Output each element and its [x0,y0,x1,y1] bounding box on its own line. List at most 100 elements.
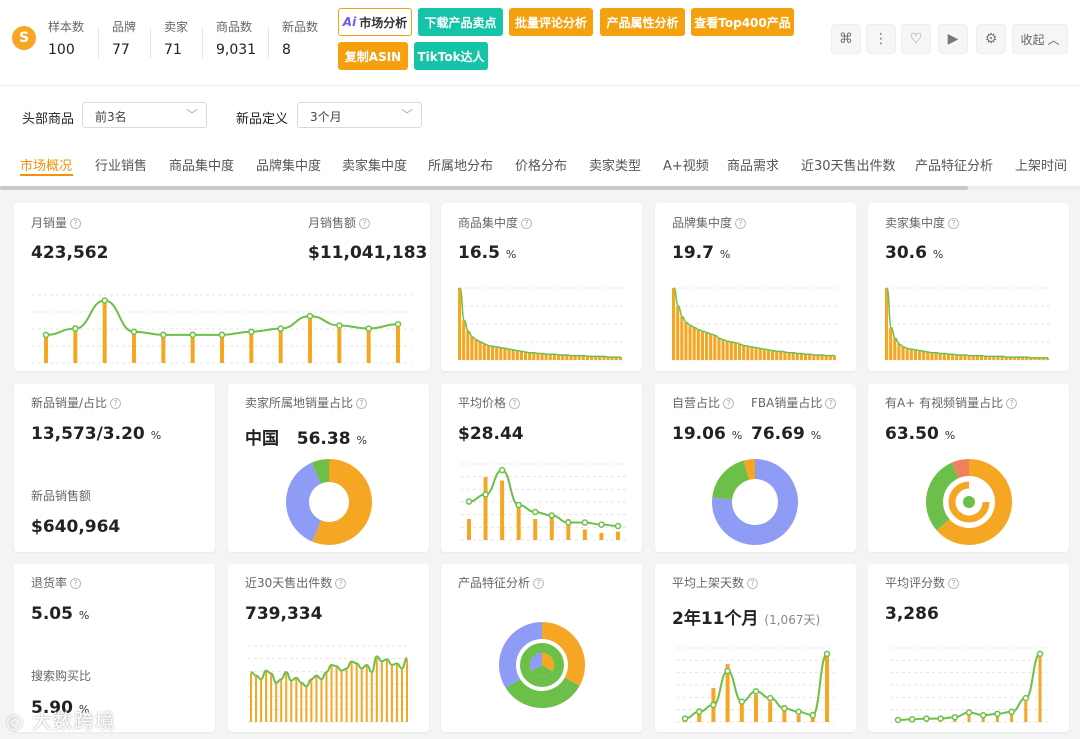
seller-concentration-value: 30.6 % [885,243,943,263]
tab-location-distribution[interactable]: 所属地分布 [428,155,493,174]
more-options-icon[interactable]: ⋮ [866,24,896,54]
tiktok-influencer-button[interactable]: TikTok达人 [414,42,488,70]
help-icon[interactable]: ? [356,398,368,409]
card-product-concentration: 商品集中度? 16.5 % [441,203,642,371]
help-icon[interactable]: ? [110,398,122,409]
new-product-definition-select[interactable]: 3个月 ﹀ [297,102,422,128]
help-icon[interactable]: ? [723,398,735,409]
chart-bar [825,653,829,722]
chart-bar [528,352,532,360]
ai-market-analysis-button[interactable]: Ai 市场分析 [338,8,412,36]
tab-product-demand[interactable]: 商品需求 [727,155,779,174]
batch-review-analysis-button[interactable]: 批量评论分析 [509,8,593,36]
help-icon[interactable]: ? [70,218,82,229]
tab-market-overview[interactable]: 市场概况 [20,155,72,174]
chart-bar [951,354,955,360]
tab-aplus-video[interactable]: A+视频 [663,155,709,174]
chart-point [795,708,802,716]
help-icon[interactable]: ? [735,218,747,229]
chart-bar [918,350,922,360]
help-icon[interactable]: ? [70,578,82,589]
chart-bar [771,350,775,360]
chart-bar [495,347,499,360]
video-play-icon[interactable]: ▶ [938,24,968,54]
gear-icon[interactable]: ⚙ [976,24,1006,54]
heart-icon[interactable]: ♡ [901,24,931,54]
divider [268,28,269,58]
help-icon[interactable]: ? [1006,398,1018,409]
chart-bar [922,351,926,360]
monthly-sales-value: 423,562 [31,243,109,263]
fba-donut [712,459,798,545]
product-concentration-chart [458,287,623,361]
chart-bar [779,351,783,360]
title-text: 自营占比 [672,396,721,410]
grid-apps-icon[interactable]: ⌘ [831,24,861,54]
help-icon[interactable]: ? [825,398,837,409]
chart-bar [132,331,136,363]
help-icon[interactable]: ? [747,578,759,589]
card-title: 平均上架天数? [672,574,759,591]
tab-price-distribution[interactable]: 价格分布 [515,155,567,174]
value-number: 63.50 [885,424,939,444]
help-icon[interactable]: ? [948,218,960,229]
stat-value: 8 [282,42,291,58]
tab-seller-type[interactable]: 卖家类型 [589,155,641,174]
download-selling-points-button[interactable]: 下载产品卖点 [418,8,503,36]
value-unit: % [505,248,517,261]
chart-bar [345,669,348,722]
chart-bar [738,344,742,360]
tab-listing-time[interactable]: 上架时间 [1015,155,1067,174]
chart-bar [470,336,474,360]
chart-bar [278,328,283,363]
chart-point [894,716,902,724]
aplus-video-value: 63.50 % [885,424,955,444]
chart-bar [540,353,544,360]
seller-origin-value: 中国 56.38 % [245,424,367,449]
tab-feature-analysis[interactable]: 产品特征分析 [915,155,993,174]
tab-product-concentration[interactable]: 商品集中度 [169,155,234,174]
card-self-fba: 自营占比? FBA销量占比? 19.06 % 76.69 % [655,384,856,552]
tab-brand-concentration[interactable]: 品牌集中度 [256,155,321,174]
card-title: 平均评分数? [885,574,960,591]
collapse-button[interactable]: 收起 ︿ [1012,24,1068,54]
chart-bar [930,352,934,360]
product-attribute-analysis-button[interactable]: 产品属性分析 [600,8,685,36]
value-unit: % [932,248,944,261]
monthly-sales-chart [32,294,412,364]
tabs-scrollbar-thumb[interactable] [0,186,968,190]
chart-bar [942,353,946,360]
tab-industry-sales[interactable]: 行业销售 [95,155,147,174]
help-icon[interactable]: ? [335,578,347,589]
view-top400-button[interactable]: 查看Top400产品 [691,8,794,36]
chart-bar [692,327,696,360]
title-text: 产品特征分析 [458,576,531,590]
head-products-select[interactable]: 前3名 ﹀ [82,102,207,128]
title-text: 月销售额 [308,216,357,230]
chart-point [465,498,473,505]
chart-bar [766,349,770,360]
copy-asin-button[interactable]: 复制ASIN [338,42,408,70]
chart-bar [1024,701,1028,722]
help-icon[interactable]: ? [533,578,545,589]
card-title: 卖家集中度? [885,214,960,231]
chart-bar [733,342,737,360]
help-icon[interactable]: ? [509,398,521,409]
tab-seller-concentration[interactable]: 卖家集中度 [342,155,407,174]
help-icon[interactable]: ? [521,218,533,229]
title-text: 近30天售出件数 [245,576,333,590]
monthly-revenue-value: $11,041,183 [308,243,428,263]
chart-point [923,715,930,722]
chart-bar [758,348,762,360]
watermark-logo: ◎ 大数跨境 [6,705,116,734]
help-icon[interactable]: ? [948,578,960,589]
title-text: 新品销量/占比 [31,396,108,410]
card-brand-concentration: 品牌集中度? 19.7 % [655,203,856,371]
chart-point [614,522,622,530]
help-icon[interactable]: ? [359,218,371,229]
chart-point [548,512,556,519]
tab-sold-30-days[interactable]: 近30天售出件数 [801,155,896,174]
value-unit: % [944,429,956,442]
chart-bar [390,666,393,722]
chart-bar [688,325,692,360]
